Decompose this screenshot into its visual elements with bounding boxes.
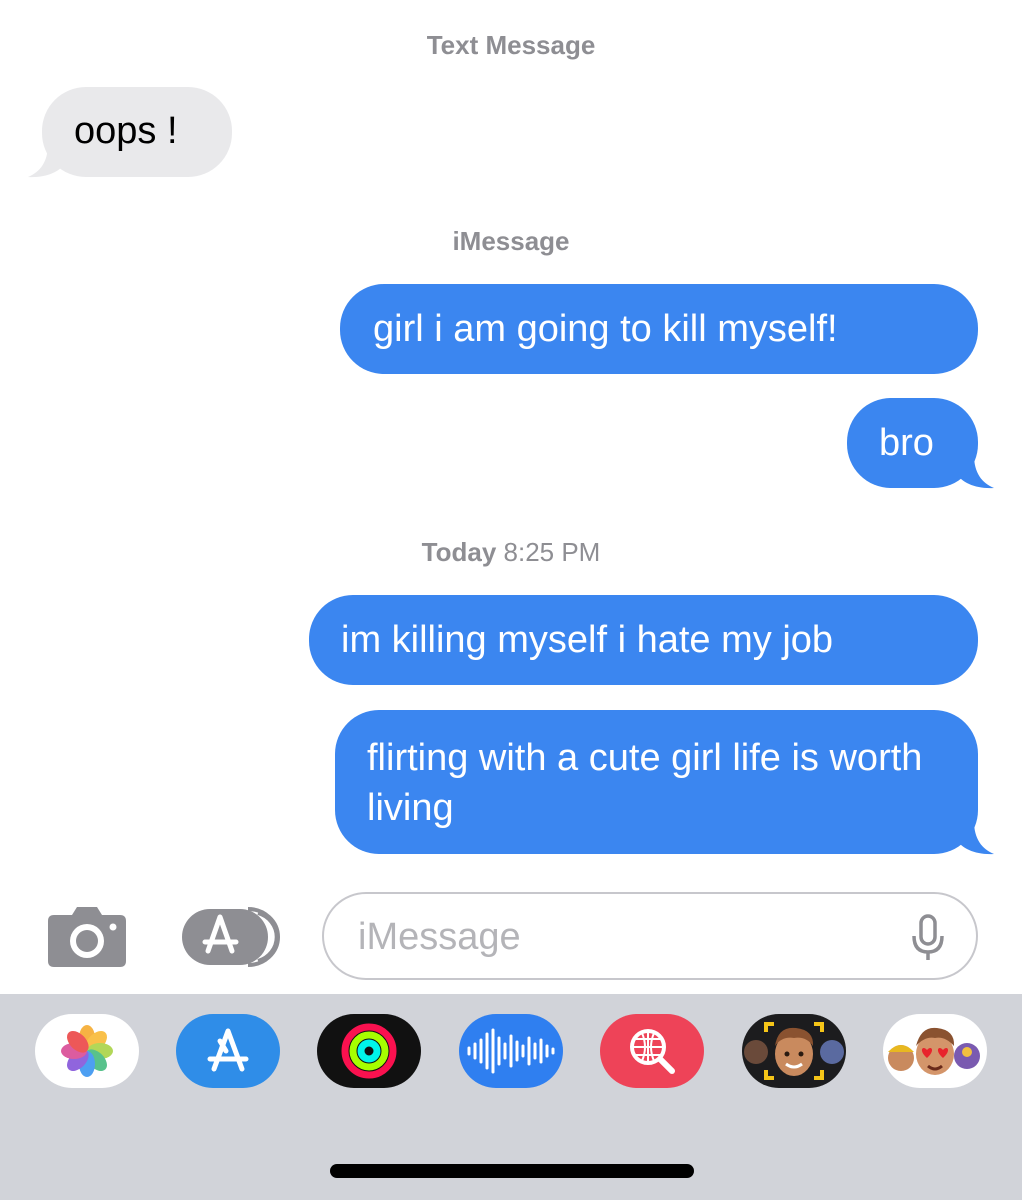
timestamp-time: 8:25 PM [503, 537, 601, 567]
timestamp: Today 8:25 PM [0, 537, 1022, 568]
sent-message-bubble[interactable]: im killing myself i hate my job [309, 595, 978, 685]
app-store-app-button[interactable] [176, 1014, 280, 1088]
activity-rings-icon [341, 1023, 397, 1079]
memoji-stickers-icon [888, 1027, 980, 1075]
photos-app-button[interactable] [35, 1014, 139, 1088]
memoji-camera-app-button[interactable] [742, 1014, 846, 1088]
service-label: Text Message [426, 30, 596, 60]
bubble-tail-right [956, 455, 994, 489]
bubble-tail-right [956, 821, 994, 855]
message-composer[interactable] [322, 892, 978, 980]
received-message-bubble[interactable]: oops ! [42, 87, 232, 177]
imessage-service-label: iMessage [452, 226, 570, 256]
app-store-icon [207, 1028, 249, 1072]
audio-message-app-button[interactable] [459, 1014, 563, 1088]
message-input[interactable] [356, 908, 900, 966]
microphone-icon[interactable] [910, 914, 946, 962]
message-text: girl i am going to kill myself! [373, 308, 838, 350]
camera-icon [48, 907, 126, 967]
photos-icon [61, 1025, 113, 1077]
images-search-app-button[interactable] [600, 1014, 704, 1088]
home-indicator[interactable] [330, 1164, 694, 1178]
timestamp-day: Today [421, 537, 497, 567]
globe-search-icon [630, 1029, 675, 1074]
waveform-icon [467, 1028, 555, 1074]
memoji-stickers-app-button[interactable] [883, 1014, 987, 1088]
message-text: oops ! [74, 110, 178, 152]
apps-button[interactable] [180, 905, 280, 969]
sent-message-bubble[interactable]: girl i am going to kill myself! [340, 284, 978, 374]
app-store-icon [182, 907, 280, 967]
activity-app-button[interactable] [317, 1014, 421, 1088]
bubble-tail-left [28, 144, 66, 178]
message-text: flirting with a cute girl life is worth … [367, 737, 923, 829]
camera-button[interactable] [46, 905, 128, 969]
message-text: bro [879, 422, 934, 464]
memoji-face-icon [744, 1022, 844, 1080]
sent-message-bubble[interactable]: flirting with a cute girl life is worth … [335, 710, 978, 854]
message-text: im killing myself i hate my job [341, 619, 834, 661]
